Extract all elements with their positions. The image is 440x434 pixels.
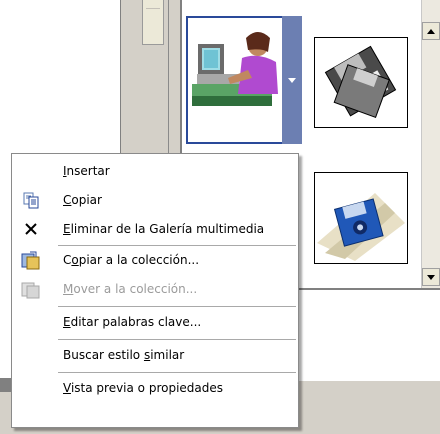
background-pane (0, 0, 120, 153)
menu-separator (58, 339, 296, 340)
menu-item-label: Buscar estilo similar (63, 348, 185, 362)
menu-item-editar-palabras[interactable]: Editar palabras clave... (12, 309, 298, 335)
left-scrollbar-thumb[interactable] (142, 0, 164, 45)
clip-blue-disk[interactable] (314, 172, 408, 264)
context-menu: Insertar Copiar Eliminar de la Galería m… (11, 153, 299, 428)
menu-item-label: Copiar (63, 193, 102, 207)
menu-separator (58, 245, 296, 246)
arrow-up-icon (427, 28, 435, 34)
menu-separator (58, 306, 296, 307)
computer-user-clipart (192, 32, 278, 106)
menu-item-insertar[interactable]: Insertar (12, 158, 298, 184)
menu-item-label: Eliminar de la Galería multimedia (63, 222, 265, 236)
move-to-collection-icon (20, 278, 42, 300)
menu-item-mover-coleccion[interactable]: Mover a la colección... (12, 276, 298, 302)
copy-to-collection-icon (20, 249, 42, 271)
copy-icon (20, 189, 42, 211)
menu-item-buscar-similar[interactable]: Buscar estilo similar (12, 342, 298, 368)
floppy-disks-clipart (324, 45, 397, 119)
menu-item-label: Vista previa o propiedades (63, 381, 224, 395)
gallery-scrollbar[interactable] (421, 0, 440, 288)
clip-dropdown-button[interactable] (282, 16, 302, 144)
menu-item-copiar[interactable]: Copiar (12, 187, 298, 213)
arrow-down-icon (427, 274, 435, 280)
menu-item-copiar-coleccion[interactable]: Copiar a la colección... (12, 247, 298, 273)
menu-item-label: Editar palabras clave... (63, 315, 202, 329)
menu-item-vista-previa[interactable]: Vista previa o propiedades (12, 375, 298, 401)
menu-item-label: Mover a la colección... (63, 282, 198, 296)
menu-item-label: Copiar a la colección... (63, 253, 200, 267)
menu-separator (58, 372, 296, 373)
menu-item-label: Insertar (63, 164, 110, 178)
scroll-down-button[interactable] (422, 268, 440, 286)
scroll-up-button[interactable] (422, 22, 440, 40)
clip-floppy-disks[interactable] (314, 37, 408, 128)
delete-x-icon (20, 218, 42, 240)
blue-disk-clipart (317, 193, 405, 261)
menu-item-eliminar[interactable]: Eliminar de la Galería multimedia (12, 216, 298, 242)
left-edge (0, 378, 11, 392)
chevron-down-icon (288, 77, 296, 83)
